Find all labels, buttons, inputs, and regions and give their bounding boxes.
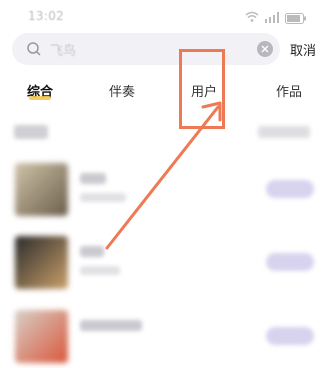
annotation-arrow-icon (105, 101, 222, 250)
